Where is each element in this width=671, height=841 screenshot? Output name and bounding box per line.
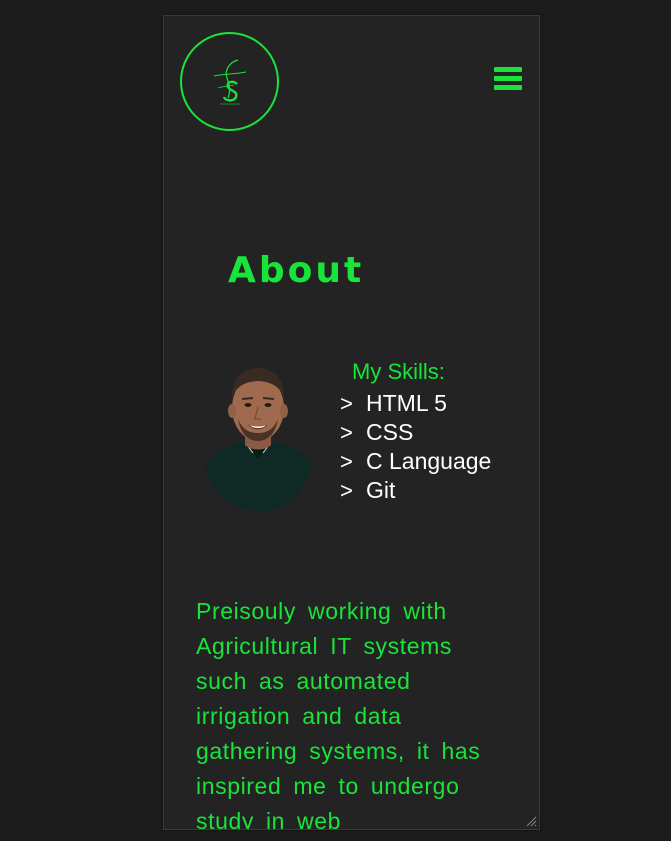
skills-section: My Skills: > HTML 5 > CSS > C Language > Git: [340, 359, 491, 505]
skill-item: > C Language: [340, 447, 491, 476]
signature-logo-icon[interactable]: [180, 32, 279, 131]
menu-bar-top: [494, 67, 522, 72]
about-heading: About: [228, 250, 365, 291]
bio-paragraph: Preisouly working with Agricultural IT s…: [196, 598, 481, 830]
skill-bullet: >: [340, 449, 353, 474]
skill-label: HTML 5: [366, 390, 447, 416]
skill-label: CSS: [366, 419, 414, 445]
page-frame: About My Skills: > HTML 5 > CSS > C Lang…: [163, 15, 540, 830]
skill-item: > Git: [340, 476, 491, 505]
skill-label: Git: [366, 477, 396, 503]
skill-bullet: >: [340, 420, 353, 445]
profile-photo: [205, 349, 312, 511]
skill-bullet: >: [340, 478, 353, 503]
skill-item: > CSS: [340, 418, 491, 447]
resize-handle-icon[interactable]: [525, 815, 537, 827]
menu-bar-middle: [494, 76, 522, 81]
skill-item: > HTML 5: [340, 389, 491, 418]
skill-bullet: >: [340, 391, 353, 416]
logo-signature-graphic: [213, 58, 246, 104]
skills-heading: My Skills:: [352, 359, 445, 384]
hamburger-menu-icon[interactable]: [494, 65, 524, 93]
skills-list: > HTML 5 > CSS > C Language > Git: [340, 389, 491, 505]
menu-bar-bottom: [494, 85, 522, 90]
skill-label: C Language: [366, 448, 492, 474]
